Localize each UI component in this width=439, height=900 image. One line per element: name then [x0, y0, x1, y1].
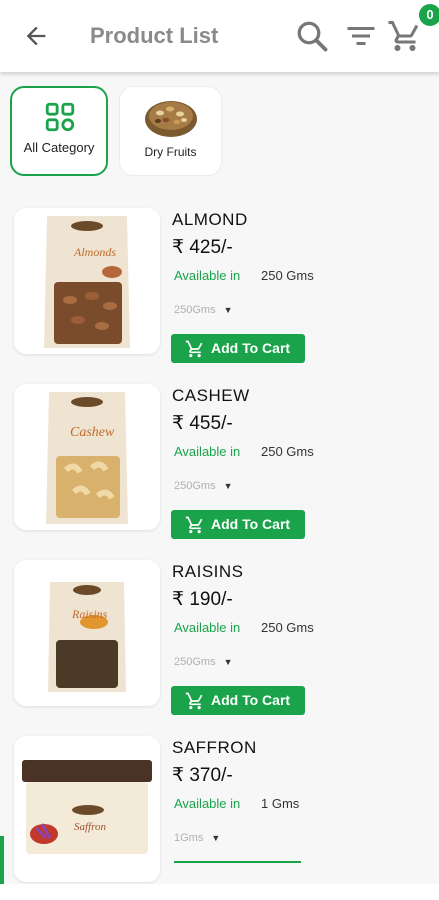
product-image: Almonds — [14, 208, 160, 354]
dropdown-arrow-icon: ▼ — [223, 657, 233, 667]
dropdown-arrow-icon: ▼ — [223, 305, 233, 315]
available-label: Available in — [174, 796, 241, 811]
product-name: SAFFRON — [172, 738, 257, 757]
search-icon[interactable] — [294, 18, 330, 54]
pack-label: Raisins — [71, 607, 108, 621]
cart-icon — [185, 340, 203, 358]
product-image: Raisins — [14, 560, 160, 706]
quantity-text: 1 Gms — [261, 796, 300, 811]
add-to-cart-button[interactable]: Add To Cart — [171, 510, 305, 539]
add-to-cart-button[interactable]: Add To Cart — [171, 686, 305, 715]
back-arrow-icon[interactable] — [22, 22, 50, 50]
product-card[interactable]: Saffron SAFFRON ₹ 370/- Available in 1 G… — [0, 736, 439, 896]
weight-dropdown[interactable]: 1Gms ▼ — [174, 832, 220, 844]
dry-fruits-image — [145, 101, 197, 137]
category-all[interactable]: All Category — [10, 86, 108, 176]
available-label: Available in — [174, 620, 241, 635]
weight-dropdown[interactable]: 250Gms ▼ — [174, 304, 233, 316]
product-name: RAISINS — [172, 562, 244, 581]
category-dry-fruits[interactable]: Dry Fruits — [119, 86, 222, 176]
cart-count-badge: 0 — [419, 4, 439, 26]
add-to-cart-button[interactable]: Add To Cart — [171, 334, 305, 363]
category-label: All Category — [23, 140, 95, 155]
bottom-bar — [0, 884, 439, 900]
grid-icon — [45, 102, 75, 132]
dropdown-arrow-icon: ▼ — [223, 481, 233, 491]
weight-value: 250Gms — [174, 656, 216, 668]
category-row: All Category Dry Fruits — [0, 86, 439, 178]
add-to-cart-label: Add To Cart — [211, 692, 291, 708]
pack-label: Saffron — [74, 821, 106, 833]
product-card[interactable]: Almonds ALMOND ₹ 425/- Available in 250 … — [0, 208, 439, 368]
available-label: Available in — [174, 268, 241, 283]
product-name: CASHEW — [172, 386, 250, 405]
weight-value: 250Gms — [174, 480, 216, 492]
quantity-text: 250 Gms — [261, 620, 314, 635]
app-bar: Product List 0 — [0, 0, 439, 72]
available-label: Available in — [174, 444, 241, 459]
add-to-cart-label: Add To Cart — [211, 340, 291, 356]
product-image: Cashew — [14, 384, 160, 530]
quantity-text: 250 Gms — [261, 444, 314, 459]
pack-label: Cashew — [70, 425, 115, 440]
page-title: Product List — [90, 23, 219, 48]
cart-icon — [185, 516, 203, 534]
dropdown-arrow-icon: ▼ — [211, 833, 221, 843]
filter-icon[interactable] — [343, 18, 379, 54]
product-image: Saffron — [14, 736, 160, 882]
product-name: ALMOND — [172, 210, 248, 229]
weight-value: 250Gms — [174, 304, 216, 316]
product-price: ₹ 370/- — [172, 765, 233, 786]
add-to-cart-button-partial[interactable] — [174, 861, 301, 863]
quantity-text: 250 Gms — [261, 268, 314, 283]
weight-dropdown[interactable]: 250Gms ▼ — [174, 656, 233, 668]
product-price: ₹ 455/- — [172, 413, 233, 434]
cart-icon — [185, 692, 203, 710]
product-price: ₹ 425/- — [172, 237, 233, 258]
product-price: ₹ 190/- — [172, 589, 233, 610]
product-card[interactable]: Cashew CASHEW ₹ 455/- Available in 250 G… — [0, 384, 439, 544]
weight-value: 1Gms — [174, 832, 204, 844]
weight-dropdown[interactable]: 250Gms ▼ — [174, 480, 233, 492]
cart-icon[interactable] — [387, 18, 423, 54]
product-card[interactable]: Raisins RAISINS ₹ 190/- Available in 250… — [0, 560, 439, 720]
add-to-cart-label: Add To Cart — [211, 516, 291, 532]
pack-label: Almonds — [73, 245, 116, 259]
category-label: Dry Fruits — [144, 145, 197, 159]
